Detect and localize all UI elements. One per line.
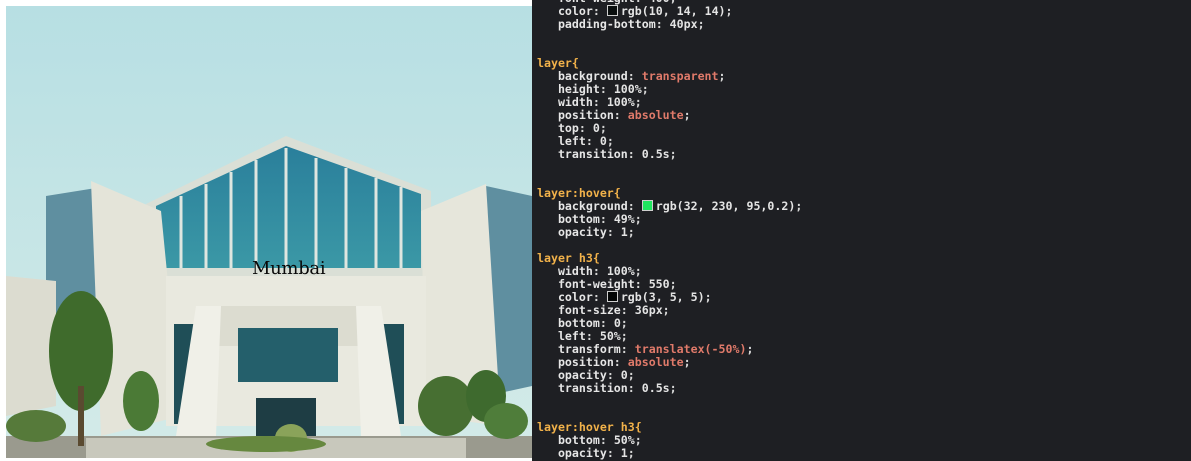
css-property: position bbox=[557, 108, 614, 122]
code-editor[interactable]: font-weight: 400; color: rgb(10, 14, 14)… bbox=[532, 0, 1191, 461]
css-property: bottom bbox=[557, 433, 600, 447]
css-property: font-weight bbox=[557, 277, 635, 291]
css-value: absolute bbox=[627, 108, 684, 122]
css-value: 0 bbox=[613, 316, 621, 330]
css-value: 36px bbox=[634, 303, 663, 317]
css-selector: layer:hover{ bbox=[537, 186, 621, 200]
css-property: color bbox=[557, 290, 593, 304]
code-line: opacity: 1; bbox=[557, 225, 635, 239]
css-value: rgb(10, 14, 14) bbox=[620, 4, 726, 18]
css-value: rgb(32, 230, 95,0.2) bbox=[655, 199, 796, 213]
photo-caption: Mumbai bbox=[252, 258, 326, 279]
css-property: padding-bottom bbox=[557, 17, 656, 31]
css-value: 0.5s bbox=[641, 381, 670, 395]
css-selector: layer h3{ bbox=[537, 251, 600, 265]
code-line: transition: 0.5s; bbox=[557, 147, 677, 161]
css-property: top bbox=[557, 121, 579, 135]
css-value: 50% bbox=[613, 433, 635, 447]
css-property: width bbox=[557, 264, 593, 278]
building-illustration bbox=[6, 6, 532, 458]
css-value: absolute bbox=[627, 355, 684, 369]
css-property: transform bbox=[557, 342, 621, 356]
color-swatch-icon[interactable] bbox=[606, 291, 618, 302]
css-value: 100% bbox=[606, 264, 635, 278]
css-property: font-size bbox=[557, 303, 621, 317]
code-listing: font-weight: 400; color: rgb(10, 14, 14)… bbox=[537, 0, 802, 460]
css-property: transition bbox=[557, 147, 628, 161]
css-property: transition bbox=[557, 381, 628, 395]
code-line: padding-bottom: 40px; bbox=[557, 17, 705, 31]
css-property: width bbox=[557, 95, 593, 109]
css-value: 40px bbox=[669, 17, 698, 31]
building-photo: Mumbai bbox=[6, 6, 532, 458]
css-value: 50% bbox=[599, 329, 621, 343]
css-selector: layer:hover h3{ bbox=[537, 420, 642, 434]
css-value: transparent bbox=[641, 69, 719, 83]
css-value: 1 bbox=[620, 225, 628, 239]
css-property: height bbox=[557, 82, 600, 96]
css-value: 550 bbox=[648, 277, 670, 291]
css-property: left bbox=[557, 134, 586, 148]
css-property: bottom bbox=[557, 212, 600, 226]
css-property: opacity bbox=[557, 225, 607, 239]
css-value: 1 bbox=[620, 446, 628, 460]
color-swatch-icon[interactable] bbox=[641, 200, 653, 211]
code-line: opacity: 1; bbox=[557, 446, 635, 460]
css-value: 100% bbox=[606, 95, 635, 109]
css-property: opacity bbox=[557, 368, 607, 382]
css-property: background bbox=[557, 199, 628, 213]
css-property: bottom bbox=[557, 316, 600, 330]
css-property: left bbox=[557, 329, 586, 343]
css-value: 0 bbox=[599, 134, 607, 148]
css-value: 0 bbox=[620, 368, 628, 382]
css-property: background bbox=[557, 69, 628, 83]
css-property: position bbox=[557, 355, 614, 369]
css-property: color bbox=[557, 4, 593, 18]
color-swatch-icon[interactable] bbox=[606, 5, 618, 16]
css-property: opacity bbox=[557, 446, 607, 460]
css-value: 0 bbox=[592, 121, 600, 135]
css-value: rgb(3, 5, 5) bbox=[620, 290, 705, 304]
css-value: 100% bbox=[613, 82, 642, 96]
css-value: translatex(-50%) bbox=[634, 342, 747, 356]
css-value: 0.5s bbox=[641, 147, 670, 161]
code-line: transition: 0.5s; bbox=[557, 381, 677, 395]
css-value: 49% bbox=[613, 212, 635, 226]
css-selector: layer{ bbox=[537, 56, 579, 70]
